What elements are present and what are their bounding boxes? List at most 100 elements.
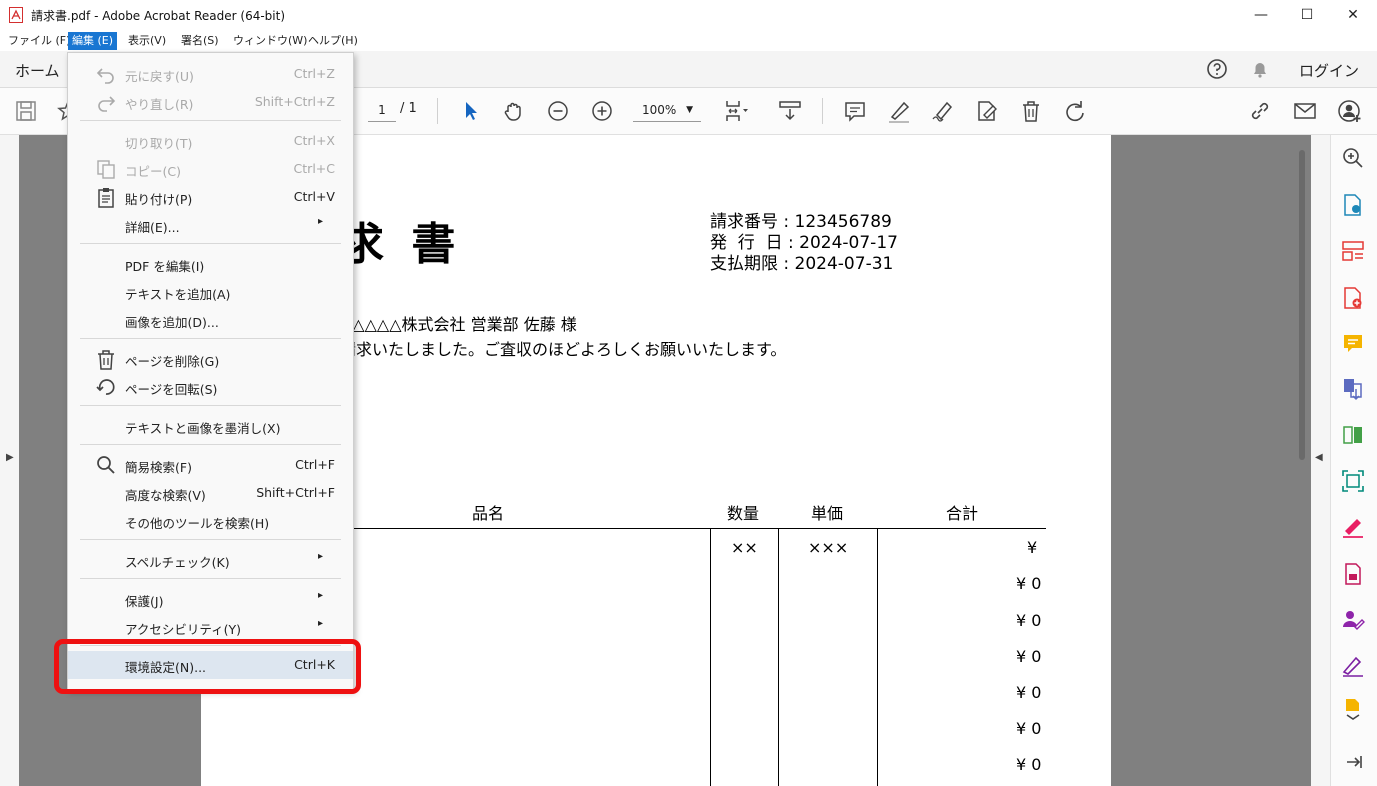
menu-sign[interactable]: 署名(S): [177, 32, 223, 50]
menu-item-delete-page[interactable]: ページを削除(G): [68, 345, 353, 373]
tools-panel: [1330, 135, 1377, 786]
menu-label: 切り取り(T): [125, 136, 193, 151]
mail-icon[interactable]: [1292, 98, 1318, 124]
select-pointer-icon[interactable]: [458, 98, 484, 124]
draw-icon[interactable]: [930, 98, 956, 124]
rotate-icon[interactable]: [1062, 98, 1088, 124]
request-signature-icon[interactable]: [1341, 607, 1365, 631]
hand-tool-icon[interactable]: [501, 98, 527, 124]
login-link[interactable]: ログイン: [1299, 60, 1359, 81]
protect-icon[interactable]: [1341, 562, 1365, 586]
menu-item-accessibility[interactable]: アクセシビリティ(Y) ▸: [68, 613, 353, 641]
menu-label: テキストと画像を墨消し(X): [125, 421, 281, 436]
menu-item-edit-pdf[interactable]: PDF を編集(I): [68, 250, 353, 278]
trash-icon[interactable]: [1018, 98, 1044, 124]
vertical-scrollbar[interactable]: [1299, 150, 1305, 460]
menu-item-copy[interactable]: コピー(C) Ctrl+C: [68, 155, 353, 183]
certificate-icon[interactable]: [1341, 653, 1365, 677]
menu-item-details[interactable]: 詳細(E)... ▸: [68, 211, 353, 239]
maximize-button[interactable]: ☐: [1284, 0, 1330, 30]
export-pdf-icon[interactable]: [1341, 193, 1365, 217]
menu-shortcut: Ctrl+V: [293, 189, 335, 204]
copy-icon: [97, 160, 115, 179]
bell-icon[interactable]: [1249, 58, 1271, 80]
row-total: ¥ 0: [1016, 719, 1042, 738]
menu-shortcut: Ctrl+Z: [293, 66, 335, 81]
menu-item-undo[interactable]: 元に戻す(U) Ctrl+Z: [68, 60, 353, 88]
menu-item-spellcheck[interactable]: スペルチェック(K) ▸: [68, 546, 353, 574]
menu-label: 元に戻す(U): [125, 69, 194, 84]
scroll-mode-icon[interactable]: [777, 98, 803, 124]
menu-label: 詳細(E)...: [125, 220, 180, 235]
search-icon: [97, 456, 115, 474]
collapse-right-icon[interactable]: ◀: [1315, 452, 1323, 463]
preferences-highlight-box: [54, 639, 361, 694]
menu-item-redo[interactable]: やり直し(R) Shift+Ctrl+Z: [68, 88, 353, 116]
menu-window[interactable]: ウィンドウ(W): [229, 32, 311, 50]
menu-item-rotate-page[interactable]: ページを回転(S): [68, 373, 353, 401]
more-tools-icon[interactable]: [1341, 697, 1365, 721]
trash-icon: [98, 350, 114, 370]
menu-item-add-text[interactable]: テキストを追加(A): [68, 278, 353, 306]
minimize-button[interactable]: —: [1238, 0, 1284, 30]
row1-qty: ××: [731, 538, 758, 557]
submenu-arrow-icon: ▸: [317, 216, 323, 227]
menu-item-add-image[interactable]: 画像を追加(D)...: [68, 306, 353, 334]
rotate-icon: [96, 379, 115, 395]
menu-label: テキストを追加(A): [125, 287, 231, 302]
fill-sign-icon[interactable]: [974, 98, 1000, 124]
tab-home[interactable]: ホーム: [15, 60, 60, 81]
comment-icon[interactable]: [842, 98, 868, 124]
search-zoom-icon[interactable]: [1341, 146, 1365, 170]
table-column-line: [778, 528, 779, 786]
comment-tool-icon[interactable]: [1341, 332, 1365, 356]
help-icon[interactable]: [1206, 58, 1228, 80]
redo-icon: [98, 96, 116, 112]
menu-label: 画像を追加(D)...: [125, 315, 219, 330]
invoice-message: 請求いたしました。ご査収のほどよろしくお願いいたします。: [340, 340, 787, 359]
highlight-pen-icon[interactable]: [886, 98, 912, 124]
zoom-select[interactable]: 100% ▼: [633, 99, 701, 122]
menu-item-cut[interactable]: 切り取り(T) Ctrl+X: [68, 127, 353, 155]
expand-left-icon[interactable]: ▶: [6, 452, 14, 463]
combine-files-icon[interactable]: [1341, 377, 1365, 401]
compare-files-icon[interactable]: [1341, 423, 1365, 447]
menu-shortcut: Ctrl+X: [293, 133, 335, 148]
menu-edit[interactable]: 編集 (E): [68, 32, 118, 50]
menu-item-protection[interactable]: 保護(J) ▸: [68, 585, 353, 613]
scan-ocr-icon[interactable]: [1341, 469, 1365, 493]
menu-item-redact[interactable]: テキストと画像を墨消し(X): [68, 412, 353, 440]
menu-label: 簡易検索(F): [125, 460, 192, 475]
menu-help[interactable]: ヘルプ(H): [304, 32, 362, 50]
fill-sign-tool-icon[interactable]: [1341, 515, 1365, 539]
page-number-input[interactable]: 1: [368, 99, 396, 122]
menu-item-find[interactable]: 簡易検索(F) Ctrl+F: [68, 451, 353, 479]
page-fit-icon[interactable]: [723, 98, 749, 124]
submenu-arrow-icon: ▸: [317, 618, 323, 629]
menu-label: ページを回転(S): [125, 382, 218, 397]
create-pdf-icon[interactable]: [1341, 286, 1365, 310]
add-user-icon[interactable]: [1337, 98, 1363, 124]
zoom-out-icon[interactable]: [545, 98, 571, 124]
share-link-icon[interactable]: [1247, 98, 1273, 124]
menu-label: コピー(C): [125, 164, 181, 179]
menu-label: 保護(J): [125, 594, 164, 609]
menu-label: その他のツールを検索(H): [125, 516, 270, 531]
table-column-line: [877, 528, 878, 786]
menu-item-paste[interactable]: 貼り付け(P) Ctrl+V: [68, 183, 353, 211]
organize-pages-icon[interactable]: [1341, 239, 1365, 263]
save-icon[interactable]: [13, 98, 39, 124]
submenu-arrow-icon: ▸: [317, 551, 323, 562]
menu-item-search-tools[interactable]: その他のツールを検索(H): [68, 507, 353, 535]
zoom-in-icon[interactable]: [589, 98, 615, 124]
menu-shortcut: Ctrl+F: [295, 457, 335, 472]
row-total: ¥ 0: [1016, 574, 1042, 593]
menu-view[interactable]: 表示(V): [124, 32, 170, 50]
window-title: 請求書.pdf - Adobe Acrobat Reader (64-bit): [31, 9, 286, 23]
collapse-panel-icon[interactable]: [1341, 750, 1365, 774]
menu-file[interactable]: ファイル (F): [4, 32, 74, 50]
menu-item-advanced-search[interactable]: 高度な検索(V) Shift+Ctrl+F: [68, 479, 353, 507]
menu-label: PDF を編集(I): [125, 259, 205, 274]
menu-shortcut: Shift+Ctrl+Z: [254, 94, 335, 109]
close-button[interactable]: ✕: [1330, 0, 1376, 30]
